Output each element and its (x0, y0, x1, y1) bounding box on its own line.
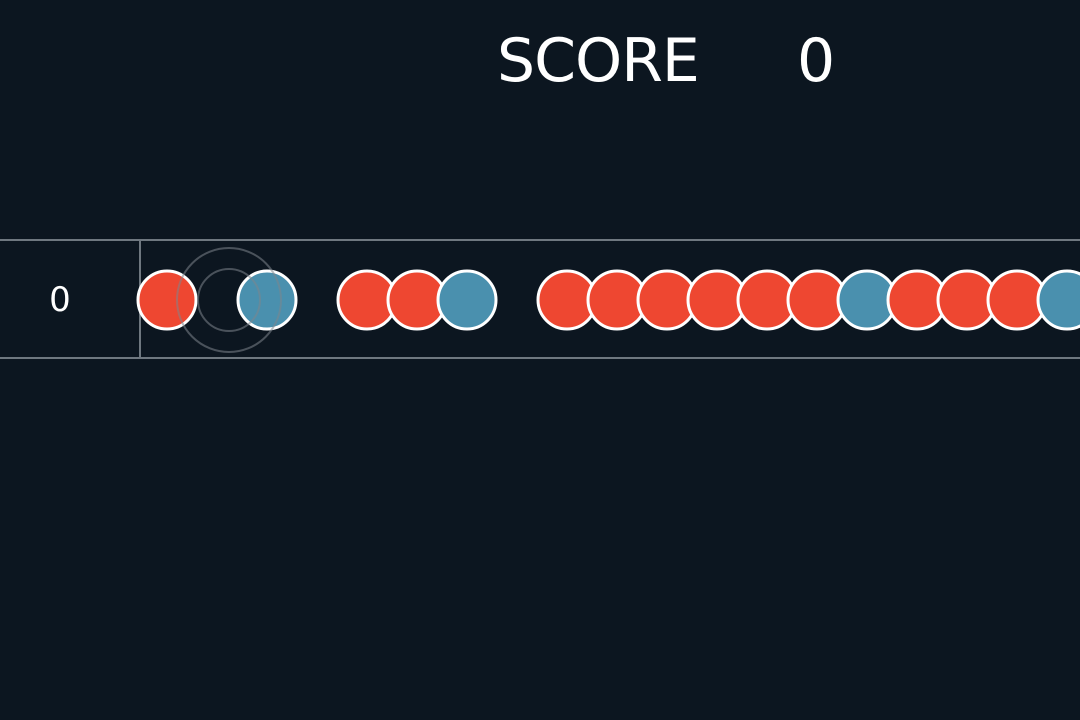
bead-layer (136, 247, 1080, 353)
blue-bead (1036, 269, 1080, 331)
blue-bead (236, 269, 298, 331)
game-stage[interactable]: SCORE 0 0 (0, 0, 1080, 720)
bead-group (136, 269, 1080, 331)
red-bead (136, 269, 198, 331)
blue-bead (436, 269, 498, 331)
